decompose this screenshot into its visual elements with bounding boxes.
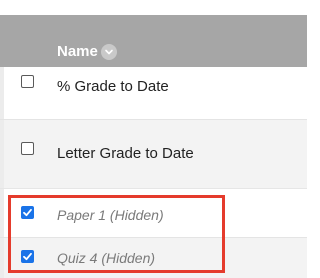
name-column-label: Name xyxy=(57,43,98,60)
row-label: Letter Grade to Date xyxy=(57,145,194,162)
chevron-down-icon[interactable] xyxy=(100,43,117,60)
checkmark-icon xyxy=(23,252,32,261)
row-edge xyxy=(0,189,4,237)
table-row: % Grade to Date xyxy=(0,67,307,120)
checkmark-icon xyxy=(23,208,32,217)
row-checkbox[interactable] xyxy=(21,142,34,155)
row-edge xyxy=(0,120,4,188)
name-column-header[interactable]: Name xyxy=(57,43,117,60)
table-row: Paper 1 (Hidden) xyxy=(0,189,307,238)
row-checkbox-checked[interactable] xyxy=(21,206,34,219)
row-label: Quiz 4 (Hidden) xyxy=(57,250,156,266)
row-edge xyxy=(0,238,4,278)
row-edge xyxy=(0,67,4,119)
grade-columns-panel: Name % Grade to Date Letter Grade to Dat… xyxy=(0,0,307,278)
row-label: % Grade to Date xyxy=(57,78,169,95)
table-row: Quiz 4 (Hidden) xyxy=(0,238,307,278)
row-checkbox[interactable] xyxy=(21,75,34,88)
row-checkbox-checked[interactable] xyxy=(21,250,34,263)
row-label: Paper 1 (Hidden) xyxy=(57,207,164,223)
table-header: Name xyxy=(0,15,307,67)
table-row: Letter Grade to Date xyxy=(0,120,307,189)
